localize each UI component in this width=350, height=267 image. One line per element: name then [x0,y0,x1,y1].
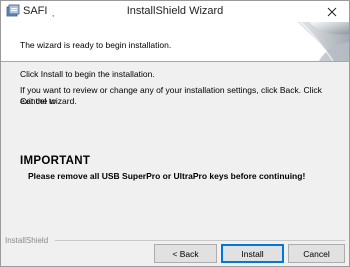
title-bar[interactable]: SAFI , InstallShield Wizard [1,1,349,22]
back-button[interactable]: < Back [154,244,217,263]
footer-divider [55,240,345,241]
header-banner: The wizard is ready to begin installatio… [1,22,349,62]
installshield-brand-label: InstallShield [5,236,52,245]
cancel-button[interactable]: Cancel [288,244,345,263]
important-message: Please remove all USB SuperPro or UltraP… [28,171,306,181]
close-icon [327,7,337,16]
installshield-wizard-window: SAFI , InstallShield Wizard The wizard i… [0,0,350,267]
instruction-line-2b: exit the wizard. [20,96,77,106]
window-title: InstallShield Wizard [126,5,224,17]
important-heading: IMPORTANT [20,155,91,167]
banner-text: The wizard is ready to begin installatio… [20,40,172,50]
close-button[interactable] [317,1,347,22]
instruction-line-1: Click Install to begin the installation. [20,69,155,79]
install-button[interactable]: Install [221,244,284,263]
installshield-banner-graphic [297,22,349,61]
